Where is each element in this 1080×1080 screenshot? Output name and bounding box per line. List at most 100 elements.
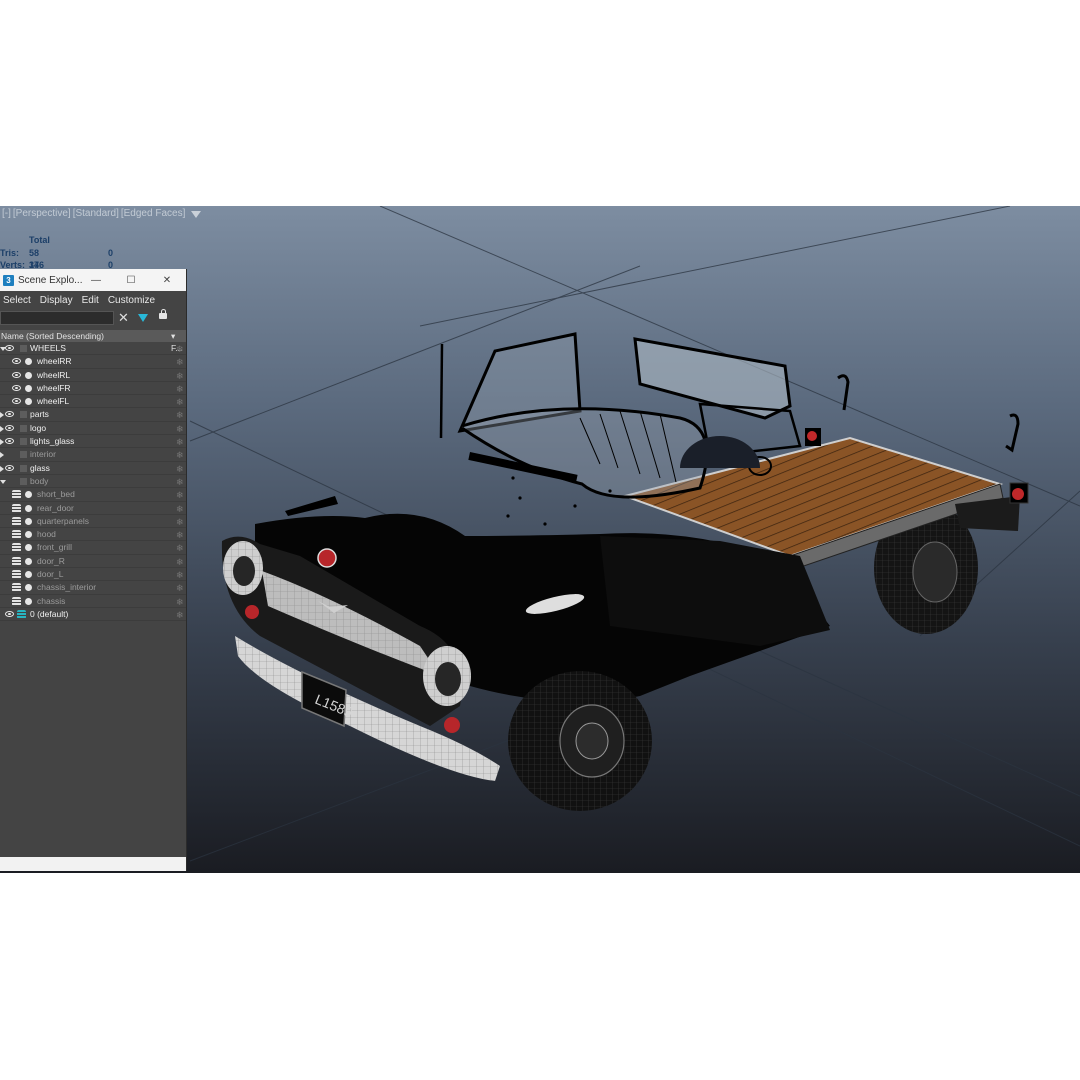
freeze-snowflake-icon[interactable]: ❄ <box>176 436 184 449</box>
layer-icon[interactable] <box>12 530 21 540</box>
freeze-snowflake-icon[interactable]: ❄ <box>176 356 184 369</box>
scene-explorer-panel[interactable]: 3 Scene Explo... — ☐ ✕ Select Display Ed… <box>0 269 187 871</box>
object-sphere-icon <box>25 544 32 552</box>
mirror-right <box>837 374 850 411</box>
tree-row-label: wheelFL <box>37 396 70 407</box>
layer-icon[interactable] <box>17 609 26 619</box>
tree-row-label: body <box>30 475 49 486</box>
tree-row[interactable]: parts ❄ <box>0 408 186 422</box>
group-box-icon <box>20 345 27 352</box>
freeze-snowflake-icon[interactable]: ❄ <box>176 569 184 582</box>
layer-icon[interactable] <box>12 583 21 593</box>
freeze-snowflake-icon[interactable]: ❄ <box>176 463 184 476</box>
layer-icon[interactable] <box>12 543 21 553</box>
freeze-snowflake-icon[interactable]: ❄ <box>176 529 184 542</box>
visibility-eye-icon[interactable] <box>5 345 14 351</box>
lock-icon[interactable] <box>159 309 167 319</box>
layer-icon[interactable] <box>12 516 21 526</box>
freeze-snowflake-icon[interactable]: ❄ <box>176 609 184 622</box>
freeze-snowflake-icon[interactable]: ❄ <box>176 476 184 489</box>
freeze-snowflake-icon[interactable]: ❄ <box>176 409 184 422</box>
tree-row[interactable]: short_bed ❄ <box>0 488 186 502</box>
menu-edit[interactable]: Edit <box>82 295 99 306</box>
tree-row-label: chassis <box>37 595 66 606</box>
tree-row[interactable]: lights_glass ❄ <box>0 435 186 449</box>
tree-row[interactable]: quarterpanels ❄ <box>0 515 186 529</box>
clear-search-icon[interactable]: ✕ <box>118 310 129 326</box>
visibility-eye-icon[interactable] <box>12 358 21 365</box>
tree-row[interactable]: chassis_interior ❄ <box>0 581 186 595</box>
tree-row[interactable]: chassis ❄ <box>0 595 186 608</box>
antenna <box>439 343 444 439</box>
layer-icon[interactable] <box>12 503 21 513</box>
visibility-eye-icon[interactable] <box>5 610 14 617</box>
freeze-snowflake-icon[interactable]: ❄ <box>176 383 184 396</box>
expand-arrow-icon[interactable] <box>0 465 4 472</box>
visibility-eye-icon[interactable] <box>5 411 14 418</box>
visibility-eye-icon[interactable] <box>12 384 21 391</box>
3dsmax-app-icon: 3 <box>3 274 14 286</box>
tree-row[interactable]: wheelFR ❄ <box>0 382 186 396</box>
visibility-eye-icon[interactable] <box>5 438 14 445</box>
name-column-header[interactable]: Name (Sorted Descending) <box>1 330 104 342</box>
freeze-snowflake-icon[interactable]: ❄ <box>176 489 184 502</box>
filter-funnel-icon[interactable] <box>138 314 148 322</box>
object-sphere-icon <box>25 517 32 525</box>
tree-row-label: hood <box>37 529 56 540</box>
tree-row-label: wheelRR <box>37 356 72 367</box>
freeze-snowflake-icon[interactable]: ❄ <box>176 596 184 609</box>
freeze-snowflake-icon[interactable]: ❄ <box>176 396 184 409</box>
tree-row-label: lights_glass <box>30 436 75 447</box>
explorer-search-input[interactable] <box>0 311 114 325</box>
scene-explorer-titlebar[interactable]: 3 Scene Explo... — ☐ ✕ <box>0 269 186 291</box>
freeze-snowflake-icon[interactable]: ❄ <box>176 582 184 595</box>
expand-arrow-icon[interactable] <box>0 425 4 432</box>
freeze-snowflake-icon[interactable]: ❄ <box>176 423 184 436</box>
tree-row[interactable]: rear_door ❄ <box>0 502 186 515</box>
menu-select[interactable]: Select <box>3 295 31 306</box>
freeze-snowflake-icon[interactable]: ❄ <box>176 503 184 516</box>
visibility-eye-icon[interactable] <box>5 424 14 431</box>
explorer-column-header[interactable]: Name (Sorted Descending) ▾ F... <box>0 330 186 353</box>
tree-row[interactable]: logo ❄ <box>0 422 186 436</box>
minimize-button[interactable]: — <box>87 269 105 291</box>
object-sphere-icon <box>25 584 32 592</box>
freeze-snowflake-icon[interactable]: ❄ <box>176 542 184 555</box>
tree-row[interactable]: wheelRL ❄ <box>0 369 186 382</box>
visibility-eye-icon[interactable] <box>12 398 21 405</box>
menu-display[interactable]: Display <box>40 295 73 306</box>
tree-row[interactable]: body ❄ <box>0 475 186 489</box>
layer-icon[interactable] <box>12 596 21 606</box>
freeze-snowflake-icon[interactable]: ❄ <box>176 449 184 462</box>
layer-icon[interactable] <box>12 556 21 566</box>
menu-customize[interactable]: Customize <box>108 295 155 306</box>
close-button[interactable]: ✕ <box>158 269 176 291</box>
expand-arrow-open-icon[interactable] <box>0 479 6 484</box>
tree-row[interactable]: door_L ❄ <box>0 568 186 582</box>
tree-row[interactable]: glass ❄ <box>0 462 186 475</box>
expand-arrow-icon[interactable] <box>0 439 4 446</box>
tree-row[interactable]: WHEELS ❄ <box>0 342 186 356</box>
freeze-snowflake-icon[interactable]: ❄ <box>176 343 184 356</box>
tree-row-label: wheelRL <box>37 369 71 380</box>
tree-row[interactable]: wheelRR ❄ <box>0 355 186 369</box>
tree-row[interactable]: interior ❄ <box>0 448 186 462</box>
tree-row[interactable]: wheelFL ❄ <box>0 395 186 409</box>
explorer-search-row: ✕ <box>0 309 186 327</box>
freeze-snowflake-icon[interactable]: ❄ <box>176 370 184 383</box>
tree-row-label: chassis_interior <box>37 582 97 593</box>
expand-arrow-icon[interactable] <box>0 412 4 419</box>
expand-arrow-icon[interactable] <box>0 452 4 459</box>
tree-row[interactable]: door_R ❄ <box>0 555 186 569</box>
visibility-eye-icon[interactable] <box>5 464 14 471</box>
visibility-eye-icon[interactable] <box>12 371 21 378</box>
freeze-snowflake-icon[interactable]: ❄ <box>176 516 184 529</box>
tree-row[interactable]: hood ❄ <box>0 528 186 542</box>
tree-row[interactable]: 0 (default) ❄ <box>0 608 186 622</box>
maximize-button[interactable]: ☐ <box>122 269 140 291</box>
tree-row[interactable]: front_grill ❄ <box>0 541 186 555</box>
object-sphere-icon <box>25 398 32 406</box>
layer-icon[interactable] <box>12 490 21 500</box>
layer-icon[interactable] <box>12 570 21 580</box>
freeze-snowflake-icon[interactable]: ❄ <box>176 556 184 569</box>
